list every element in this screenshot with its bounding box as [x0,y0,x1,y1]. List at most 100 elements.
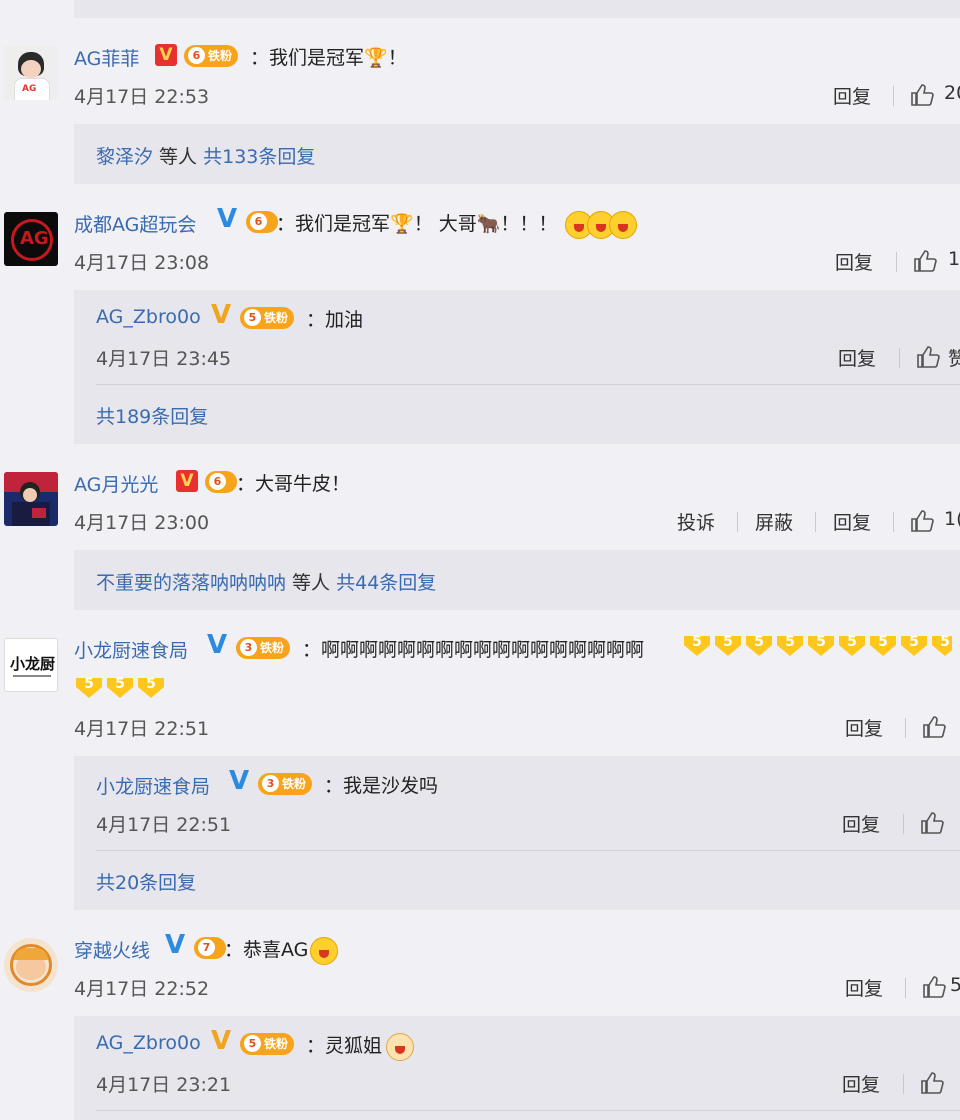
number-five-emoji-icon: 5 [136,674,168,700]
thumb-up-icon[interactable] [910,510,934,532]
comment-author[interactable]: 成都AG超玩会 [74,210,196,237]
reply-button[interactable]: 回复 [835,248,873,275]
thumb-up-icon[interactable] [913,250,937,272]
like-count: 1( [944,508,960,530]
avatar[interactable]: AG [4,46,58,100]
like-count: 1 [948,248,960,270]
comment-time: 4月17日 22:52 [74,978,210,1000]
reply-time: 4月17日 22:51 [96,814,232,836]
reply-button[interactable]: 回复 [842,1070,880,1097]
number-five-emoji-icon: 5 [837,632,869,658]
reply-author[interactable]: AG_Zbro0o [96,306,201,328]
comment-time: 4月17日 23:08 [74,252,210,274]
fox-emoji-icon [386,1032,415,1061]
divider [896,252,897,272]
comment-author[interactable]: 小龙厨速食局 [74,636,188,663]
comment-text: ：大哥牛皮！ [236,473,351,495]
excited-emoji-icon [609,210,638,239]
trophy-emoji-icon: 🏆 [390,213,414,235]
view-replies-link[interactable]: 共20条回复 [96,868,196,895]
emoji-row: 555555555 [682,632,952,658]
report-button[interactable]: 投诉 [677,508,715,535]
number-five-emoji-icon: 5 [930,632,952,658]
comment-text: ：我们是冠军🏆！ [250,47,407,69]
number-five-emoji-icon: 5 [74,674,106,700]
thumb-up-icon[interactable] [920,1072,944,1094]
comment-author[interactable]: AG菲菲 [74,44,139,71]
divider [905,718,906,738]
reply-text: ：我是沙发吗 [324,775,439,797]
comment-text: ：恭喜AG [224,935,339,965]
divider [893,512,894,532]
thumb-up-icon[interactable] [922,716,946,738]
view-replies-link[interactable]: 不重要的落落呐呐呐呐 等人 共44条回复 [96,568,436,595]
verified-v-icon: V [210,1026,232,1056]
reply-time: 4月17日 23:45 [96,348,232,370]
divider [899,348,900,368]
divider [96,1110,960,1111]
number-five-emoji-icon: 5 [775,632,807,658]
divider [96,850,960,851]
reply-button[interactable]: 回复 [845,714,883,741]
vip-verified-icon: V [176,470,198,492]
comment-time: 4月17日 22:53 [74,86,210,108]
reply-button[interactable]: 回复 [833,82,871,109]
vip-verified-icon: V [155,44,177,66]
excited-emoji-icon [310,936,339,965]
trophy-emoji-icon: 🏆 [364,47,388,69]
reply-text: ：灵狐姐 [306,1031,415,1061]
thumb-up-icon[interactable] [922,976,946,998]
comment-time: 4月17日 23:00 [74,512,210,534]
reply-author[interactable]: AG_Zbro0o [96,1032,201,1054]
number-five-emoji-icon: 5 [744,632,776,658]
divider [893,86,894,106]
avatar[interactable]: 小龙厨 [4,638,58,692]
emoji-row: 555 [74,674,167,700]
reply-button[interactable]: 回复 [842,810,880,837]
verified-v-icon: V [164,930,186,960]
reply-author[interactable]: 小龙厨速食局 [96,772,210,799]
thumb-up-icon[interactable] [916,346,940,368]
fan-crown-badge: 6 铁粉 [184,45,239,67]
comment-time: 4月17日 22:51 [74,718,210,740]
fan-crown-badge: 7 [194,937,226,959]
fan-crown-badge: 5 铁粉 [240,1033,295,1055]
bull-emoji-icon: 🐂 [476,213,501,235]
thumb-up-icon[interactable] [910,84,934,106]
like-count: 赞 [948,348,960,370]
reply-button[interactable]: 回复 [845,974,883,1001]
comment-author[interactable]: 穿越火线 [74,936,150,963]
avatar[interactable] [4,472,58,526]
like-count: 5 [950,974,960,996]
divider [737,512,738,532]
previous-reply-box [74,0,960,18]
fan-crown-badge: 3 铁粉 [258,773,313,795]
block-button[interactable]: 屏蔽 [755,508,793,535]
reply-button[interactable]: 回复 [833,508,871,535]
number-five-emoji-icon: 5 [713,632,745,658]
divider [905,978,906,998]
view-replies-link[interactable]: 黎泽汐 等人 共133条回复 [96,142,315,169]
number-five-emoji-icon: 5 [806,632,838,658]
comment-text: ：我们是冠军🏆！ 大哥🐂！！！ [276,209,638,239]
comment-author[interactable]: AG月光光 [74,470,158,497]
fan-crown-badge: 3 铁粉 [236,637,291,659]
reply-time: 4月17日 23:21 [96,1074,232,1096]
verified-v-icon: V [210,300,232,330]
divider [96,384,960,385]
number-five-emoji-icon: 5 [868,632,900,658]
like-count: 20 [944,82,960,104]
number-five-emoji-icon: 5 [105,674,137,700]
reply-thread-box [74,1016,960,1120]
view-replies-link[interactable]: 共189条回复 [96,402,208,429]
fan-crown-badge: 5 铁粉 [240,307,295,329]
fan-crown-badge: 6 [205,471,237,493]
verified-v-icon: V [216,204,238,234]
thumb-up-icon[interactable] [920,812,944,834]
reply-text: ：加油 [306,309,364,331]
fan-crown-badge: 6 [246,211,278,233]
reply-button[interactable]: 回复 [838,344,876,371]
avatar[interactable] [4,938,58,992]
comment-text: ：啊啊啊啊啊啊啊啊啊啊啊啊啊啊啊啊啊 [302,639,645,661]
avatar[interactable]: AG [4,212,58,266]
